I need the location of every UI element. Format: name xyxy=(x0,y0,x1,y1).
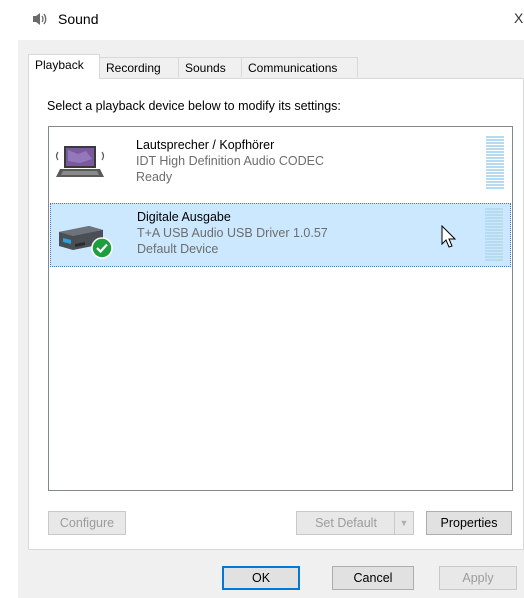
meter-segment xyxy=(486,145,504,147)
meter-segment xyxy=(486,154,504,156)
meter-segment xyxy=(486,151,504,153)
meter-segment xyxy=(486,175,504,177)
meter-segment xyxy=(486,178,504,180)
volume-meter xyxy=(485,208,503,262)
window-title: Sound xyxy=(58,11,99,27)
meter-segment xyxy=(485,226,503,228)
sound-dialog: Sound X Playback Recording Sounds Commun… xyxy=(18,0,524,598)
close-icon[interactable]: X xyxy=(514,10,524,26)
set-default-button[interactable]: Set Default ▼ xyxy=(296,511,414,535)
meter-segment xyxy=(486,148,504,150)
meter-segment xyxy=(485,208,503,210)
meter-segment xyxy=(485,214,503,216)
meter-segment xyxy=(486,166,504,168)
properties-button[interactable]: Properties xyxy=(426,511,512,535)
device-status: Ready xyxy=(136,170,173,184)
meter-segment xyxy=(485,259,503,261)
cancel-button[interactable]: Cancel xyxy=(332,566,414,590)
meter-segment xyxy=(485,229,503,231)
meter-segment xyxy=(486,157,504,159)
chevron-down-icon[interactable]: ▼ xyxy=(394,512,413,534)
meter-segment xyxy=(485,217,503,219)
meter-segment xyxy=(485,250,503,252)
title-bar: Sound X xyxy=(18,0,524,40)
background-strip xyxy=(0,0,18,598)
meter-segment xyxy=(485,211,503,213)
device-status: Default Device xyxy=(137,242,219,256)
meter-segment xyxy=(485,244,503,246)
meter-segment xyxy=(486,184,504,186)
speaker-icon xyxy=(33,13,47,25)
meter-segment xyxy=(486,169,504,171)
meter-segment xyxy=(485,247,503,249)
tab-sounds[interactable]: Sounds xyxy=(178,57,242,77)
device-list[interactable]: Lautsprecher / Kopfhörer IDT High Defini… xyxy=(48,126,513,491)
meter-segment xyxy=(485,238,503,240)
device-name: Lautsprecher / Kopfhörer xyxy=(136,138,275,152)
meter-segment xyxy=(486,172,504,174)
list-item-device[interactable]: Lautsprecher / Kopfhörer IDT High Defini… xyxy=(50,132,511,196)
volume-meter xyxy=(486,136,504,190)
mouse-cursor-icon xyxy=(441,225,457,248)
tab-playback[interactable]: Playback xyxy=(28,54,100,79)
meter-segment xyxy=(485,220,503,222)
device-name: Digitale Ausgabe xyxy=(137,210,231,224)
configure-button[interactable]: Configure xyxy=(48,511,126,535)
meter-segment xyxy=(485,232,503,234)
tab-recording[interactable]: Recording xyxy=(99,57,179,77)
meter-segment xyxy=(486,181,504,183)
meter-segment xyxy=(486,160,504,162)
green-checkmark-icon xyxy=(91,237,113,259)
meter-segment xyxy=(486,142,504,144)
meter-segment xyxy=(485,253,503,255)
meter-segment xyxy=(486,139,504,141)
ok-button[interactable]: OK xyxy=(222,566,300,590)
tab-communications[interactable]: Communications xyxy=(241,57,358,77)
laptop-speaker-icon xyxy=(55,146,105,177)
meter-segment xyxy=(486,187,504,189)
set-default-label: Set Default xyxy=(315,516,377,530)
playback-panel: Select a playback device below to modify… xyxy=(28,78,524,550)
meter-segment xyxy=(486,136,504,138)
meter-segment xyxy=(485,235,503,237)
apply-button[interactable]: Apply xyxy=(439,566,517,590)
meter-segment xyxy=(486,163,504,165)
device-driver: IDT High Definition Audio CODEC xyxy=(136,154,325,168)
meter-segment xyxy=(485,241,503,243)
device-driver: T+A USB Audio USB Driver 1.0.57 xyxy=(137,226,328,240)
instruction-text: Select a playback device below to modify… xyxy=(47,99,341,113)
meter-segment xyxy=(485,223,503,225)
meter-segment xyxy=(485,256,503,258)
